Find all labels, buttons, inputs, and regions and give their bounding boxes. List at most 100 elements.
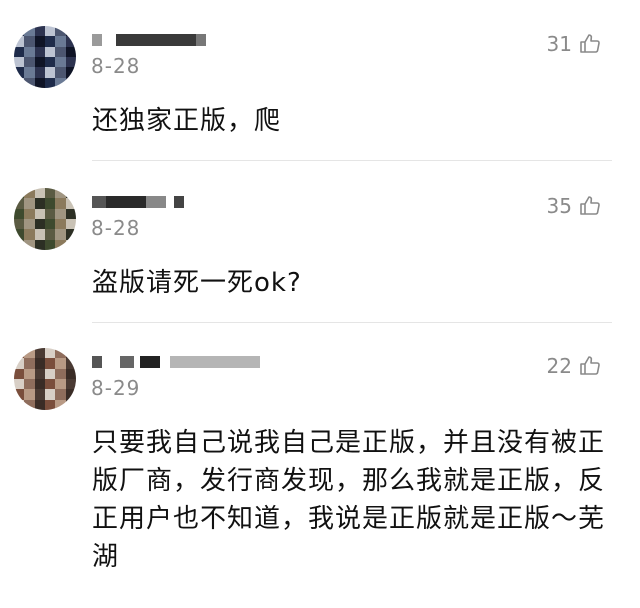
avatar-pixel (55, 198, 66, 209)
avatar-pixel (65, 348, 76, 359)
avatar-pixel (24, 218, 35, 230)
avatar-pixel (44, 399, 56, 410)
comment-text: 还独家正版，爬 (92, 106, 282, 136)
avatar-pixel (24, 36, 35, 47)
avatar-pixel (14, 368, 25, 379)
avatar-pixel (24, 348, 35, 359)
avatar-pixel (65, 389, 76, 400)
avatar-pixel (65, 56, 76, 68)
avatar-pixel (55, 67, 66, 78)
avatar-pixel (14, 239, 25, 250)
avatar-pixel (34, 26, 45, 37)
avatar-pixel (44, 368, 56, 379)
avatar-pixel (44, 239, 56, 250)
avatar-pixel (34, 368, 45, 379)
like-button[interactable]: 35 (547, 194, 602, 218)
avatar-pixel (24, 229, 35, 240)
avatar-pixel (24, 208, 35, 219)
avatar-pixel (44, 198, 56, 209)
avatar-pixel (14, 46, 25, 57)
avatar-pixel (55, 399, 66, 410)
avatar-pixel (65, 368, 76, 379)
avatar-pixel (34, 188, 45, 199)
avatar-pixel (44, 77, 56, 88)
comment-text: 只要我自己说我自己是正版，并且没有被正版厂商，发行商发现，那么我就是正版，反正用… (92, 428, 606, 572)
avatar-pixel (14, 399, 25, 410)
avatar-pixel (14, 26, 25, 37)
avatar-pixel (65, 46, 76, 57)
avatar-pixel (14, 208, 25, 219)
avatar-pixel (24, 67, 35, 78)
avatar-pixel (65, 198, 76, 209)
avatar-pixel (65, 239, 76, 250)
avatar-pixel (44, 56, 56, 68)
avatar-pixel (14, 77, 25, 88)
avatar-pixel (44, 26, 56, 37)
avatar-pixel (44, 188, 56, 199)
avatar-pixel (44, 389, 56, 400)
comment-text: 盗版请死一死ok? (92, 268, 302, 298)
avatar-pixel (65, 67, 76, 78)
thumbs-up-icon (580, 34, 600, 53)
avatar-pixel (65, 208, 76, 219)
avatar-pixel (34, 229, 45, 240)
avatar-pixel (14, 188, 25, 199)
username-pixelated[interactable] (92, 352, 292, 372)
avatar-pixel (14, 218, 25, 230)
avatar-pixel (34, 56, 45, 68)
avatar-pixel (14, 67, 25, 78)
avatar-pixel (34, 46, 45, 57)
avatar-pixel (24, 198, 35, 209)
comment-list: 8-28 31 还独家正版，爬 8-28 35 盗版请死一死ok? 8-29 2… (0, 0, 640, 608)
avatar-pixel (24, 358, 35, 369)
avatar-pixel (24, 239, 35, 250)
avatar-pixel (34, 36, 45, 47)
avatar-pixel (44, 67, 56, 78)
avatar-pixel (34, 348, 45, 359)
avatar-pixel (65, 399, 76, 410)
avatar-pixel (14, 348, 25, 359)
thumbs-up-icon (580, 196, 600, 215)
avatar-pixel (44, 229, 56, 240)
avatar-pixel (24, 378, 35, 390)
username-pixelated[interactable] (92, 192, 292, 212)
comment-date: 8-28 (91, 216, 141, 240)
avatar-pixel (55, 36, 66, 47)
avatar-pixel (55, 208, 66, 219)
avatar-pixel (44, 36, 56, 47)
avatar[interactable] (14, 26, 76, 88)
avatar-pixel (55, 229, 66, 240)
avatar-pixel (14, 198, 25, 209)
avatar-pixel (65, 218, 76, 230)
like-button[interactable]: 22 (547, 354, 602, 378)
avatar-pixel (65, 26, 76, 37)
avatar-pixel (14, 358, 25, 369)
comment-date: 8-28 (91, 54, 141, 78)
avatar-pixel (34, 389, 45, 400)
avatar[interactable] (14, 188, 76, 250)
avatar-pixel (65, 378, 76, 390)
avatar[interactable] (14, 348, 76, 410)
avatar-pixel (44, 348, 56, 359)
avatar-pixel (55, 46, 66, 57)
username-pixelated[interactable] (92, 30, 292, 50)
like-button[interactable]: 31 (547, 32, 602, 56)
avatar-pixel (44, 46, 56, 57)
avatar-pixel (14, 389, 25, 400)
avatar-pixel (24, 399, 35, 410)
avatar-pixel (34, 378, 45, 390)
divider (92, 322, 612, 323)
avatar-pixel (14, 378, 25, 390)
avatar-pixel (55, 56, 66, 68)
avatar-pixel (55, 188, 66, 199)
avatar-pixel (24, 77, 35, 88)
avatar-pixel (14, 56, 25, 68)
avatar-pixel (55, 77, 66, 88)
avatar-pixel (24, 56, 35, 68)
avatar-pixel (24, 46, 35, 57)
avatar-pixel (24, 188, 35, 199)
like-count: 35 (546, 194, 572, 218)
avatar-pixel (34, 208, 45, 219)
avatar-pixel (65, 36, 76, 47)
comment-date: 8-29 (91, 376, 141, 400)
